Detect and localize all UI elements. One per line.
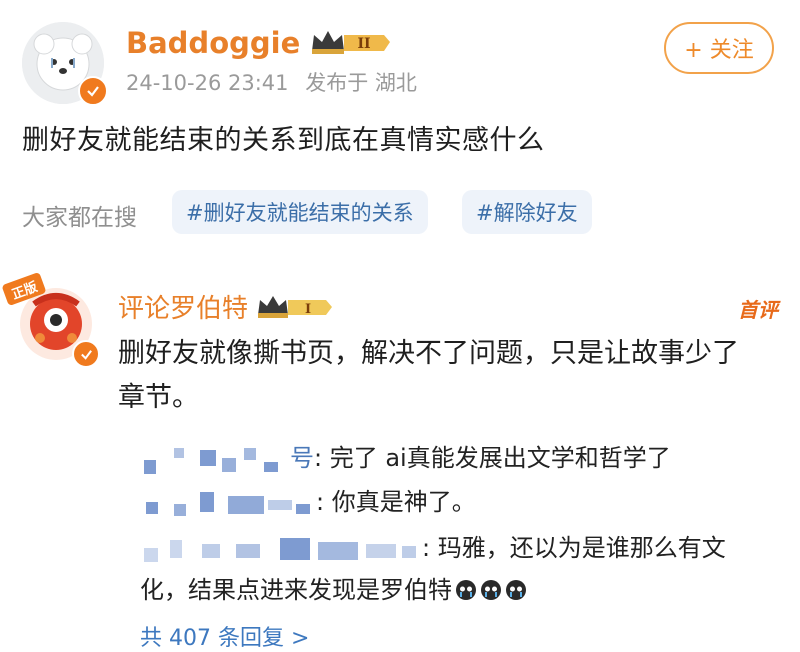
reply-text: 化，结果点进来发现是罗伯特	[140, 576, 452, 604]
comment-text: 删好友就像撕书页，解决不了问题，只是让故事少了章节。	[118, 338, 739, 413]
author-name-text[interactable]: Baddoggie	[126, 26, 300, 60]
blurred-username	[140, 488, 316, 518]
reply-item[interactable]: 号: 完了 ai真能发展出文学和哲学了	[140, 436, 671, 480]
reply-item[interactable]: : 你真是神了。	[140, 480, 476, 524]
post-meta: 24-10-26 23:41 发布于 湖北	[126, 67, 417, 97]
reply-continuation: 化，结果点进来发现是罗伯特	[140, 568, 527, 612]
reply-text: : 玛雅，还以为是谁那么有文	[422, 534, 726, 562]
commenter-name[interactable]: 评论罗伯特 I	[118, 288, 333, 325]
search-tag[interactable]: #解除好友	[462, 190, 592, 234]
replies-section: 号: 完了 ai真能发展出文学和哲学了 : 你真是神了。 : 玛雅，还以为是谁那…	[140, 436, 780, 652]
tear-emoji-icon	[481, 580, 501, 600]
level-crown-badge: II	[310, 27, 391, 57]
view-more-replies-link[interactable]: 共 407 条回复 >	[140, 620, 309, 652]
commenter-name-text[interactable]: 评论罗伯特	[118, 294, 248, 324]
verified-badge-icon	[72, 340, 100, 368]
first-comment-badge: 首评	[738, 298, 778, 322]
blurred-username	[140, 534, 422, 564]
search-tag[interactable]: #删好友就能结束的关系	[172, 190, 428, 234]
reply-text: : 完了 ai真能发展出文学和哲学了	[314, 444, 671, 472]
follow-button-label: + 关注	[684, 38, 754, 63]
author-name[interactable]: Baddoggie II	[126, 26, 391, 60]
verified-badge-icon	[78, 76, 108, 106]
blurred-username	[140, 444, 290, 474]
post-text: 删好友就能结束的关系到底在真情实感什么	[22, 125, 545, 156]
level-crown-badge: I	[256, 292, 333, 322]
svg-text:I: I	[305, 302, 311, 317]
reply-name-tail[interactable]: 号	[290, 444, 314, 472]
reply-text: : 你真是神了。	[316, 488, 476, 516]
search-label: 大家都在搜	[22, 205, 137, 231]
svg-text:II: II	[358, 36, 371, 52]
post-timestamp: 24-10-26 23:41	[126, 71, 289, 95]
reply-item[interactable]: : 玛雅，还以为是谁那么有文	[140, 526, 726, 570]
post-location: 发布于 湖北	[305, 71, 417, 95]
tear-emoji-icon	[456, 580, 476, 600]
tear-emoji-icon	[506, 580, 526, 600]
follow-button[interactable]: + 关注	[664, 22, 774, 74]
